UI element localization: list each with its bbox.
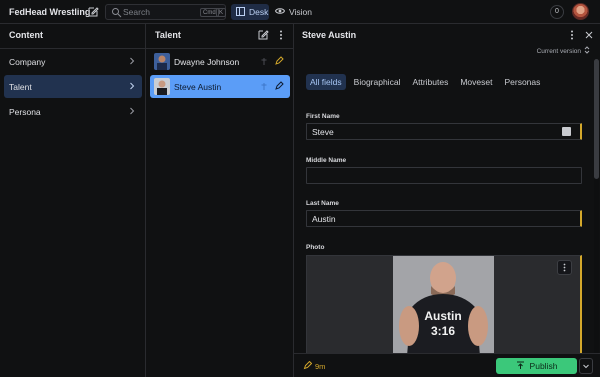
talent-thumbnail — [154, 78, 170, 95]
search-box[interactable]: Cmd K — [105, 4, 227, 20]
content-item-label: Persona — [9, 107, 41, 117]
shirt-text-line1: Austin — [424, 309, 461, 323]
talent-photo: Austin 3:16 — [393, 256, 494, 354]
document-title: Steve Austin — [302, 30, 357, 40]
middle-name-label: Middle Name — [306, 157, 347, 164]
compose-icon[interactable] — [257, 29, 269, 41]
vision-mode-button[interactable]: Vision — [270, 4, 312, 20]
first-name-field[interactable]: Steve — [306, 123, 582, 140]
desk-mode-button[interactable]: Desk — [231, 4, 269, 20]
edit-icon — [274, 81, 284, 91]
shortcut-key-k: K — [216, 8, 227, 17]
last-name-field[interactable]: Austin — [306, 210, 582, 227]
content-pane: Content Company Talent Persona — [0, 24, 146, 377]
last-edited-indicator[interactable]: 9m — [303, 360, 326, 372]
shirt-text-line2: 3:16 — [431, 324, 455, 338]
divider — [146, 48, 293, 49]
content-item-talent[interactable]: Talent — [4, 75, 142, 98]
more-vertical-icon[interactable] — [275, 29, 287, 41]
last-name-label: Last Name — [306, 200, 339, 207]
field-group-tabs: All fields Biographical Attributes Moves… — [306, 74, 544, 90]
pencil-icon — [303, 360, 313, 372]
tab-biographical[interactable]: Biographical — [350, 74, 405, 90]
photo-label: Photo — [306, 244, 325, 251]
first-name-label: First Name — [306, 113, 340, 120]
middle-name-field[interactable] — [306, 167, 582, 184]
more-vertical-icon[interactable] — [566, 29, 578, 41]
close-icon[interactable] — [583, 29, 595, 41]
search-input[interactable] — [123, 6, 191, 18]
talent-name: Dwayne Johnson — [174, 57, 240, 67]
chevron-right-icon — [127, 106, 137, 116]
eye-icon — [274, 7, 286, 17]
document-footer: 9m Publish — [294, 353, 600, 377]
desk-mode-label: Desk — [249, 7, 269, 17]
document-pane: Steve Austin Current version All fields … — [294, 24, 600, 377]
document-scrollbar[interactable] — [594, 59, 599, 355]
tab-all-fields[interactable]: All fields — [306, 74, 346, 90]
draft-status-icon — [260, 82, 268, 91]
publish-options-button[interactable] — [579, 358, 593, 374]
talent-item-dwayne-johnson[interactable]: Dwayne Johnson — [150, 50, 290, 73]
last-edited-time: 9m — [315, 362, 326, 371]
content-pane-title: Content — [9, 30, 43, 40]
desk-icon — [236, 6, 245, 18]
tab-personas[interactable]: Personas — [500, 74, 544, 90]
publish-icon — [516, 361, 525, 372]
talent-thumbnail — [154, 53, 170, 70]
publish-button[interactable]: Publish — [496, 358, 577, 374]
chevron-right-icon — [127, 56, 137, 66]
first-name-value: Steve — [312, 127, 334, 137]
talent-pane: Talent Dwayne Johnson Steve Austin — [146, 24, 294, 377]
content-item-label: Talent — [9, 82, 32, 92]
content-item-persona[interactable]: Persona — [4, 100, 142, 123]
photo-field[interactable]: Austin 3:16 — [306, 255, 582, 355]
notification-count-badge[interactable]: 0 — [550, 5, 564, 19]
draft-status-icon — [260, 57, 268, 66]
photo-menu-button[interactable] — [557, 260, 572, 275]
tab-attributes[interactable]: Attributes — [408, 74, 452, 90]
scrollbar-thumb[interactable] — [594, 59, 599, 179]
content-item-company[interactable]: Company — [4, 50, 142, 73]
publish-label: Publish — [529, 361, 558, 371]
tab-moveset[interactable]: Moveset — [456, 74, 496, 90]
content-item-label: Company — [9, 57, 46, 67]
edit-icon — [274, 56, 284, 66]
compose-icon[interactable] — [86, 5, 100, 19]
search-icon — [111, 7, 122, 18]
talent-pane-title: Talent — [155, 30, 181, 40]
talent-item-steve-austin[interactable]: Steve Austin — [150, 75, 290, 98]
version-selector[interactable]: Current version — [537, 46, 590, 56]
divider — [0, 48, 145, 49]
talent-name: Steve Austin — [174, 82, 222, 92]
last-name-value: Austin — [312, 214, 336, 224]
chevron-right-icon — [127, 81, 137, 91]
top-bar: FedHead Wrestling Cmd K Desk Vision 0 — [0, 0, 600, 24]
chevron-up-down-icon — [584, 46, 590, 56]
vision-mode-label: Vision — [289, 7, 312, 17]
avatar[interactable] — [572, 3, 589, 20]
field-action-icon[interactable] — [562, 127, 571, 136]
version-label: Current version — [536, 47, 581, 55]
app-title[interactable]: FedHead Wrestling — [9, 7, 90, 17]
